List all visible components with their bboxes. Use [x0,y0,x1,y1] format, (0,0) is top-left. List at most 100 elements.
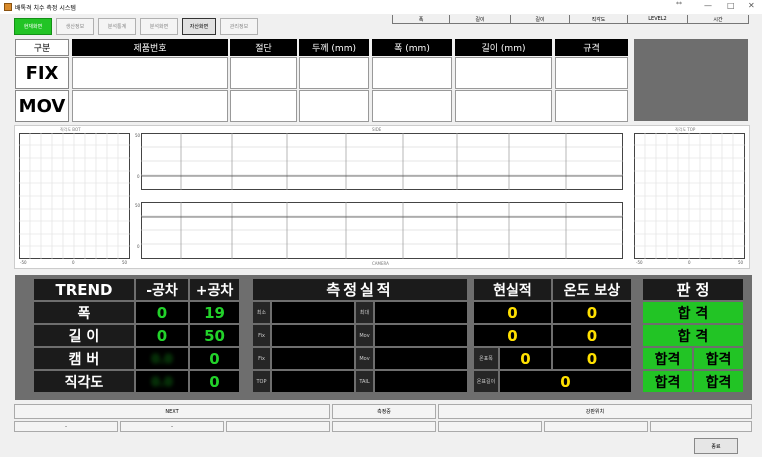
judgement-header: 판 정 [643,279,743,300]
right-tick-mid: 0 [688,260,691,265]
side-bottom-chart [141,202,623,259]
actual-value: 0 [474,325,551,346]
minimize-button[interactable]: — [704,1,712,10]
temp-comp-value: 0 [553,302,631,323]
temp-length-label: 온표길이 [474,371,498,392]
measure-right-label: TAIL [356,371,373,392]
tab-analysis[interactable]: 분석화면 [140,18,178,35]
measure-left-value [272,371,354,392]
tab-production-info[interactable]: 생산정보 [56,18,94,35]
measure-left-label: Fix [253,348,270,369]
mov-cut [230,90,297,122]
col-length: 길이 (mm) [455,39,552,56]
mov-width [372,90,452,122]
status-sub [226,421,330,432]
judgement-pass-half: 합격 [694,348,743,369]
chart-bottom-label: CAMERA [372,261,389,266]
title-bar: 배톡격 치수 측정 시스템 ** — □ ✕ [0,0,762,14]
app-icon [4,3,12,11]
temp-length-value: 0 [500,371,631,392]
tab-statistics[interactable]: 분석통계 [98,18,136,35]
measure-right-label: 최대 [356,302,373,323]
measure-right-label: Mov [356,325,373,346]
left-tick-mid: 0 [72,260,75,265]
actual-value: 0 [474,302,551,323]
col-product-number: 제품번호 [72,39,228,56]
fix-thickness [299,57,369,89]
window-title: 배톡격 치수 측정 시스템 [15,5,76,12]
measure-left-value [272,302,354,323]
side-bottom-tick-max: 50 [135,203,141,208]
judgement-pass: 합 격 [643,325,743,346]
header-length-2: 길이 [510,15,569,24]
col-cut: 절단 [230,39,297,56]
measurement-header: 측정실적 [253,279,467,300]
right-tick-min: -50 [636,260,643,265]
trend-header: TREND [34,279,134,300]
table-label-header: 구분 [15,39,69,56]
status-sub: - [120,421,224,432]
measure-left-value [272,348,354,369]
measure-right-value [375,371,467,392]
measure-right-value [375,302,467,323]
trend-row-label: 길 이 [34,325,134,346]
mov-spec [555,90,628,122]
close-window-button[interactable]: ✕ [748,1,755,10]
temp-comp-header: 온도 보상 [553,279,631,300]
left-tick-max: 50 [122,260,128,265]
left-tick-min: -50 [20,260,27,265]
status-sub [650,421,752,432]
temp-width-comp: 0 [553,348,631,369]
mov-product-number [72,90,228,122]
trend-row-plus: 0 [190,348,239,369]
mov-length [455,90,552,122]
trend-row-label: 폭 [34,302,134,323]
side-top-chart [141,133,623,190]
trend-row-plus: 19 [190,302,239,323]
fix-cut [230,57,297,89]
judgement-pass-half: 합격 [694,371,743,392]
col-thickness: 두께 (mm) [299,39,369,56]
judgement-pass-half: 합격 [643,348,692,369]
mov-thickness [299,90,369,122]
status-sub: - [14,421,118,432]
header-time: 시간 [687,15,749,24]
row-label-mov: MOV [15,90,69,122]
trend-plus-header: +공차 [190,279,239,300]
status-sub [438,421,542,432]
temp-width-value: 0 [500,348,551,369]
trend-row-label: 캠 버 [34,348,134,369]
status-sub [332,421,436,432]
measure-left-label: Fix [253,325,270,346]
col-width: 폭 (mm) [372,39,452,56]
fix-length [455,57,552,89]
maximize-button[interactable]: □ [727,1,735,10]
trend-minus-header: -공차 [136,279,188,300]
status-measuring: 측정중 [332,404,436,419]
fix-width [372,57,452,89]
trend-row-plus: 0 [190,371,239,392]
measure-left-value [272,325,354,346]
tab-asset[interactable]: 자산화면 [182,18,216,35]
header-width: 폭 [392,15,449,24]
trend-row-minus-cell: 0.0 [136,371,188,392]
tab-current-screen[interactable]: 현재화면 [14,18,52,35]
trend-row-plus: 50 [190,325,239,346]
trend-row-minus: 0 [136,302,188,323]
measure-right-label: Mov [356,348,373,369]
measure-right-value [375,325,467,346]
header-length: 길이 [449,15,510,24]
col-spec: 규격 [555,39,628,56]
trend-row-minus-cell: 0.0 [136,348,188,369]
status-indicator: ** [676,1,682,8]
trend-row-minus: 0 [136,325,188,346]
header-squareness: 직각도 [569,15,627,24]
fix-product-number [72,57,228,89]
fix-spec [555,57,628,89]
header-level2: LEVEL2 [627,15,687,24]
side-top-tick-zero: 0 [137,174,140,179]
right-tick-max: 50 [738,260,744,265]
tab-management[interactable]: 관리정보 [220,18,258,35]
status-sub [544,421,648,432]
exit-button[interactable]: 종료 [694,438,738,454]
